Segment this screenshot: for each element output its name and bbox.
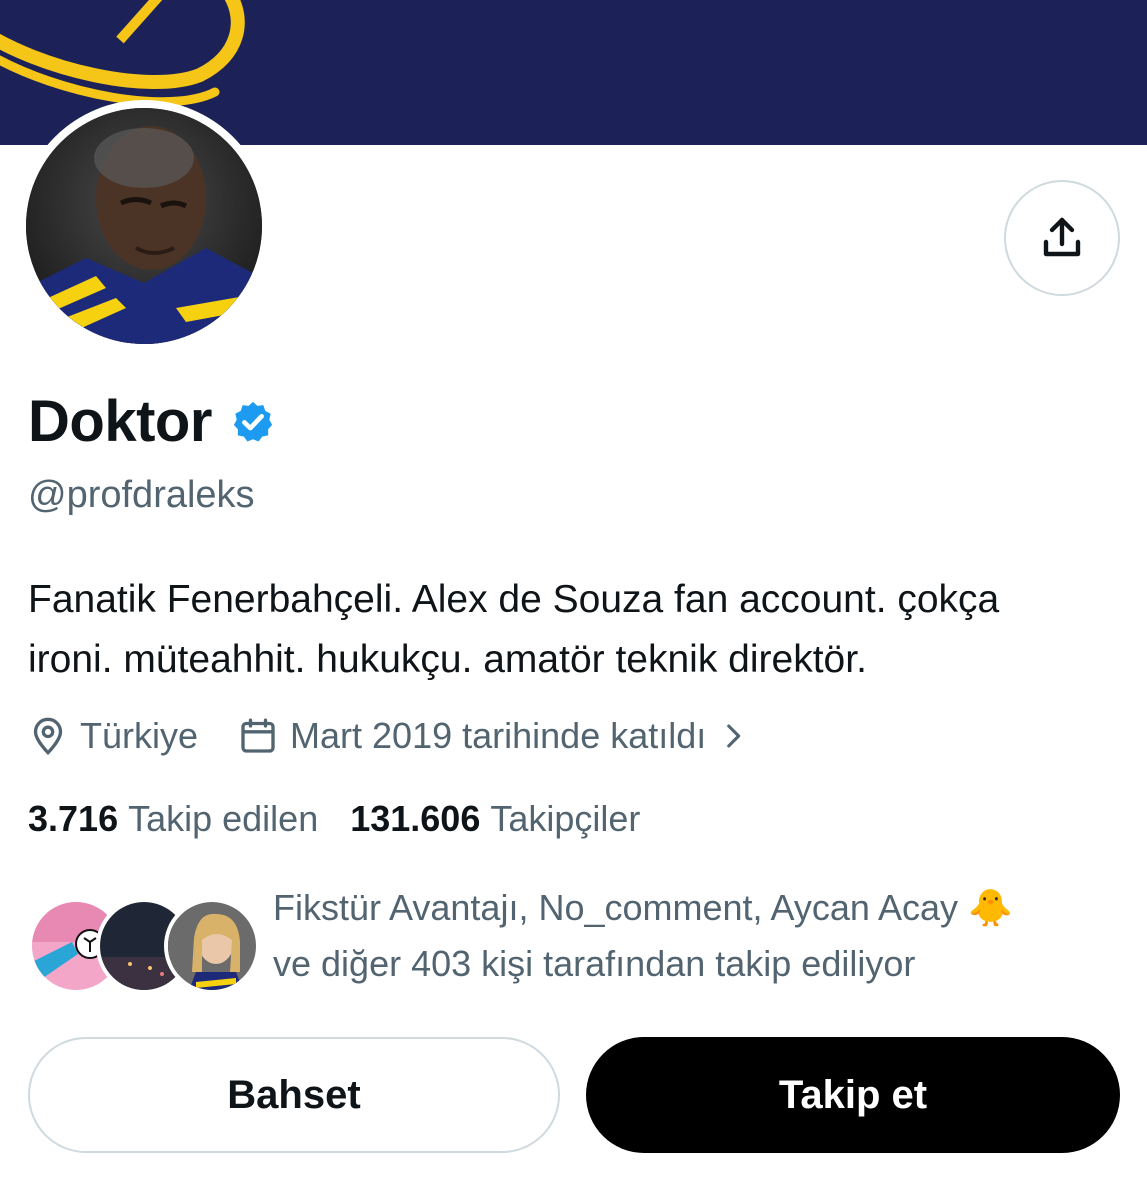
following-count: 3.716 [28, 798, 119, 839]
mutual-followers-avatars [28, 898, 260, 994]
profile-meta-row: Türkiye Mart 2019 tarihinde katıldı [28, 710, 750, 762]
display-name: Doktor [28, 389, 212, 454]
share-upload-icon [1043, 217, 1081, 257]
mention-button[interactable]: Bahset [28, 1037, 560, 1153]
profile-handle: @profdraleks [28, 474, 255, 516]
followers-stat-link[interactable]: 131.606 Takipçiler [350, 798, 640, 840]
profile-bio: Fanatik Fenerbahçeli. Alex de Souza fan … [28, 570, 1128, 690]
followed-by-text: Fikstür Avantajı, No_comment, Aycan Acay… [273, 880, 1123, 992]
followers-label: Takipçiler [490, 798, 641, 839]
followed-by-line: Fikstür Avantajı, No_comment, Aycan Acay… [273, 887, 1013, 928]
joined-date-text: Mart 2019 tarihinde katıldı [290, 715, 707, 756]
following-stat-link[interactable]: 3.716 Takip edilen [28, 798, 318, 840]
following-label: Takip edilen [128, 798, 319, 839]
verified-badge-icon[interactable] [230, 399, 276, 445]
bio-line: ironi. müteahhit. hukukçu. amatör teknik… [28, 638, 867, 681]
profile-page: Doktor @profdraleks Fanatik Fenerbahçeli… [0, 0, 1147, 1200]
location-text: Türkiye [80, 715, 199, 756]
follow-button[interactable]: Takip et [586, 1037, 1120, 1153]
location-pin-icon [33, 717, 63, 756]
display-name-row: Doktor [28, 388, 276, 455]
followers-count: 131.606 [350, 798, 481, 839]
mutual-follower-avatar [164, 898, 260, 994]
bio-line: Fanatik Fenerbahçeli. Alex de Souza fan … [28, 578, 1000, 621]
location-item: Türkiye [28, 715, 198, 757]
followed-by-line: ve diğer 403 kişi tarafından takip edili… [273, 943, 916, 984]
share-button[interactable] [1004, 180, 1120, 296]
follow-stats: 3.716 Takip edilen 131.606 Takipçiler [28, 794, 640, 844]
joined-date-item[interactable]: Mart 2019 tarihinde katıldı [238, 715, 750, 757]
avatar[interactable] [26, 108, 262, 344]
chevron-right-icon [727, 724, 741, 748]
followed-by-section[interactable]: Fikstür Avantajı, No_comment, Aycan Acay… [28, 880, 1128, 1000]
calendar-icon [241, 718, 275, 753]
